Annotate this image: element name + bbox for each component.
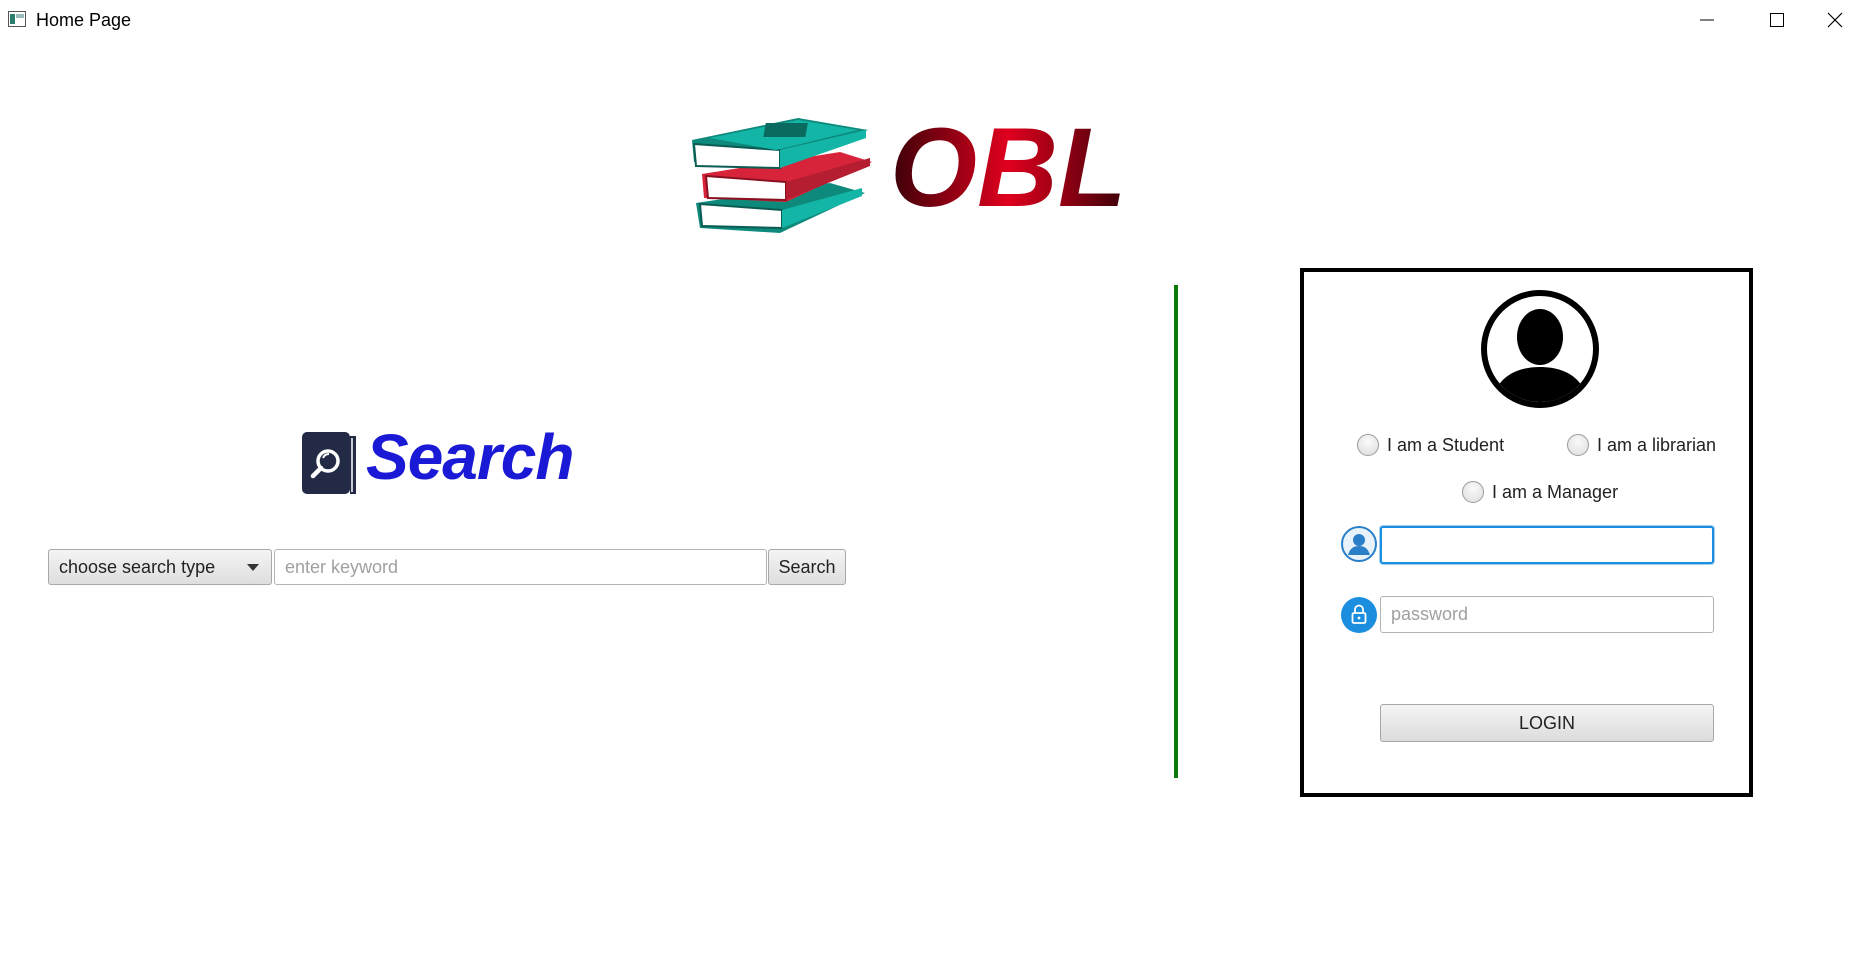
role-student-label: I am a Student bbox=[1387, 434, 1505, 455]
user-avatar-icon bbox=[1481, 290, 1599, 408]
role-student-radio[interactable]: I am a Student bbox=[1357, 434, 1504, 456]
password-input[interactable] bbox=[1380, 596, 1714, 633]
obl-logo: OBL bbox=[692, 105, 1126, 233]
close-button[interactable] bbox=[1812, 0, 1857, 40]
vertical-divider bbox=[1174, 285, 1178, 778]
role-librarian-label: I am a librarian bbox=[1597, 434, 1717, 455]
close-icon bbox=[1827, 12, 1842, 28]
minimize-button[interactable] bbox=[1672, 0, 1742, 40]
app-icon bbox=[8, 11, 26, 27]
user-icon bbox=[1341, 526, 1377, 562]
title-bar: Home Page bbox=[0, 0, 1857, 40]
radio-circle[interactable] bbox=[1462, 481, 1484, 503]
window-title: Home Page bbox=[36, 10, 132, 30]
search-type-select[interactable]: choose search type bbox=[48, 549, 272, 585]
chevron-down-icon bbox=[247, 564, 259, 571]
logo-text: OBL bbox=[890, 105, 1126, 230]
keyword-input[interactable] bbox=[274, 549, 767, 585]
minimize-icon bbox=[1700, 19, 1714, 21]
search-book-icon bbox=[302, 432, 356, 494]
search-heading-text: Search bbox=[366, 421, 574, 493]
role-manager-label: I am a Manager bbox=[1492, 481, 1619, 502]
search-type-value: choose search type bbox=[59, 556, 216, 577]
search-heading: Search bbox=[302, 421, 602, 496]
search-button[interactable]: Search bbox=[768, 549, 846, 585]
radio-circle[interactable] bbox=[1567, 434, 1589, 456]
role-manager-radio[interactable]: I am a Manager bbox=[1462, 481, 1618, 503]
login-button[interactable]: LOGIN bbox=[1380, 704, 1714, 742]
role-librarian-radio[interactable]: I am a librarian bbox=[1567, 434, 1716, 456]
lock-icon bbox=[1341, 597, 1377, 633]
username-input[interactable] bbox=[1380, 526, 1714, 564]
maximize-button[interactable] bbox=[1742, 0, 1812, 40]
maximize-icon bbox=[1770, 13, 1784, 27]
radio-circle[interactable] bbox=[1357, 434, 1379, 456]
books-stack-icon bbox=[692, 118, 872, 233]
